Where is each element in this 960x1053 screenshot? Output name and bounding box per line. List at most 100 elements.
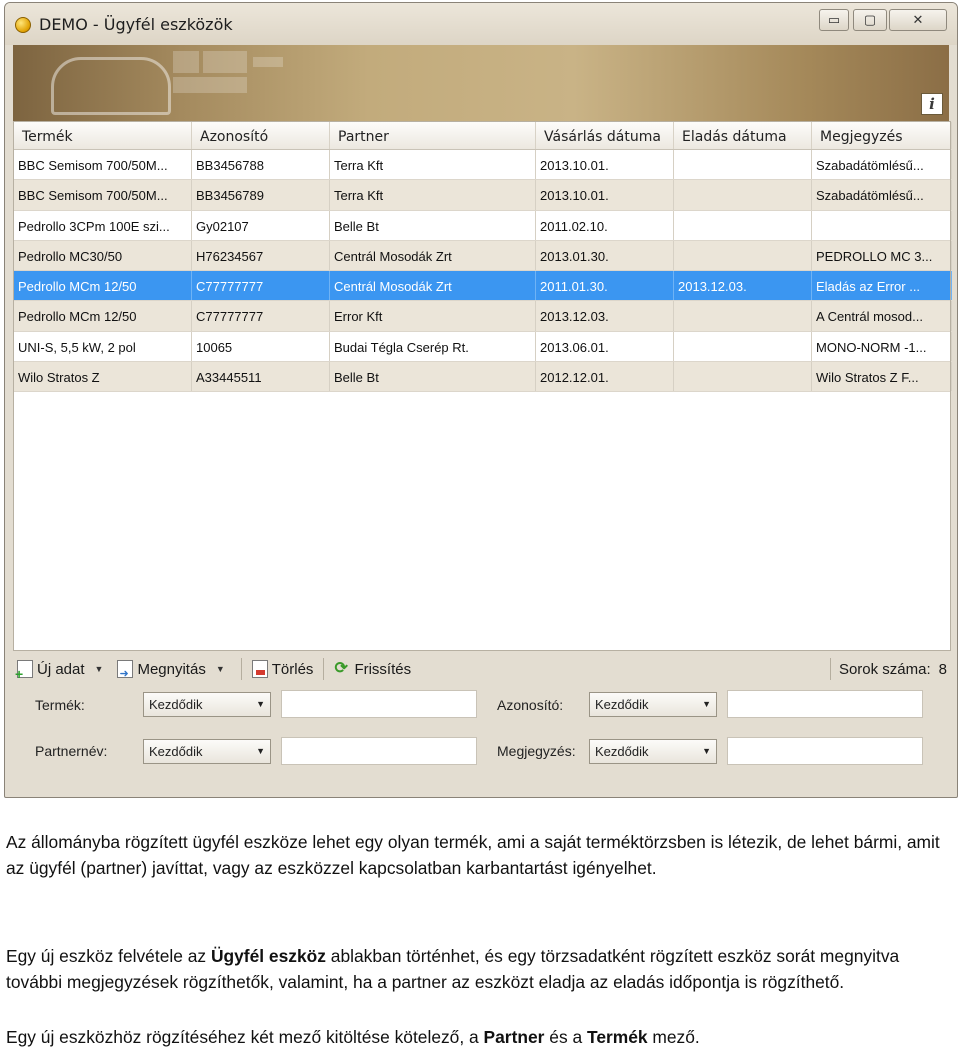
row-count-value: 8	[938, 660, 947, 678]
table-row[interactable]: BBC Semisom 700/50M... BB3456789 Terra Kft…	[14, 180, 952, 211]
cell-vasarlas-datuma: 2011.02.10.	[536, 210, 674, 240]
cell-azonosito: BB3456788	[192, 150, 330, 180]
cell-eladas-datuma	[674, 301, 812, 331]
toolbar-separator	[240, 658, 242, 680]
cell-megjegyzes: Eladás az Error ...	[812, 271, 952, 301]
cell-partner: Belle Bt	[330, 210, 536, 240]
cell-termek: BBC Semisom 700/50M...	[14, 180, 192, 210]
termek-filter-label: Termék:	[35, 697, 85, 713]
cell-megjegyzes: Szabadátömlésű...	[812, 150, 952, 180]
chevron-down-icon: ▼	[702, 746, 711, 756]
megjegyzes-filter-mode-select[interactable]: Kezdődik ▼	[589, 739, 717, 764]
table-row[interactable]: Pedrollo MC30/50 H76234567 Centrál Mosodák…	[14, 240, 952, 272]
termek-filter-mode-value: Kezdődik	[149, 697, 203, 712]
minimize-button[interactable]: ▭	[819, 9, 849, 31]
table-row[interactable]: BBC Semisom 700/50M... BB3456788 Terra Kft…	[14, 150, 952, 181]
megjegyzes-filter-input[interactable]	[727, 737, 923, 765]
description-paragraph-1: Az állományba rögzített ügyfél eszköze l…	[6, 832, 940, 878]
cell-partner: Centrál Mosodák Zrt	[330, 271, 536, 301]
emphasis-ugyfel-eszkoz: Ügyfél eszköz	[210, 946, 326, 966]
app-logo-icon	[15, 17, 31, 33]
cell-vasarlas-datuma: 2013.01.30.	[536, 240, 674, 271]
chevron-down-icon: ▼	[256, 746, 265, 756]
title-bar: DEMO - Ügyfél eszközök ▭ ▢ ✕	[5, 3, 957, 45]
chevron-down-icon[interactable]: ▼	[216, 664, 225, 674]
table-row[interactable]: Pedrollo 3CPm 100E szi... Gy02107 Belle Bt…	[14, 210, 952, 241]
azonosito-filter-input[interactable]	[727, 690, 923, 718]
delete-button[interactable]: Törlés	[248, 655, 318, 683]
row-count: Sorok száma: 8	[824, 655, 951, 683]
open-record-button[interactable]: Megnyitás ▼	[113, 655, 234, 683]
toolbar-separator	[829, 658, 831, 680]
column-header-eladas-datuma[interactable]: Eladás dátuma	[674, 122, 812, 149]
cell-vasarlas-datuma: 2013.12.03.	[536, 301, 674, 331]
table-row[interactable]: Pedrollo MCm 12/50 C77777777 Centrál Mosod…	[14, 271, 952, 302]
header-banner: i	[13, 45, 949, 121]
cell-partner: Terra Kft	[330, 150, 536, 180]
cell-eladas-datuma	[674, 240, 812, 271]
window-title: DEMO - Ügyfél eszközök	[39, 15, 233, 34]
cell-partner: Centrál Mosodák Zrt	[330, 240, 536, 271]
table-row[interactable]: Pedrollo MCm 12/50 C77777777 Error Kft 2013…	[14, 301, 952, 332]
toolbar-separator	[323, 658, 325, 680]
new-record-button[interactable]: Új adat ▼	[13, 655, 113, 683]
cell-azonosito: H76234567	[192, 240, 330, 271]
description-paragraph-2: Egy új eszköz felvétele az Ügyfél eszköz…	[6, 946, 900, 992]
info-icon[interactable]: i	[921, 93, 943, 115]
partner-filter-input[interactable]	[281, 737, 477, 765]
assets-table[interactable]: Termék Azonosító Partner Vásárlás dátuma…	[13, 121, 952, 651]
cell-megjegyzes	[812, 210, 952, 240]
cell-termek: UNI-S, 5,5 kW, 2 pol	[14, 331, 192, 362]
cell-azonosito: 10065	[192, 331, 330, 362]
cell-azonosito: BB3456789	[192, 180, 330, 210]
column-header-vasarlas-datuma[interactable]: Vásárlás dátuma	[536, 122, 674, 149]
cell-termek: Pedrollo MC30/50	[14, 240, 192, 271]
refresh-button[interactable]: ⟳ Frissítés	[330, 655, 415, 683]
cell-partner: Budai Tégla Cserép Rt.	[330, 331, 536, 362]
megjegyzes-filter-mode-value: Kezdődik	[595, 744, 649, 759]
column-header-termek[interactable]: Termék	[14, 122, 192, 149]
termek-filter-input[interactable]	[281, 690, 477, 718]
megjegyzes-filter-label: Megjegyzés:	[497, 743, 576, 759]
refresh-label: Frissítés	[354, 660, 412, 678]
cell-azonosito: C77777777	[192, 271, 330, 301]
cell-partner: Terra Kft	[330, 180, 536, 210]
chevron-down-icon[interactable]: ▼	[95, 664, 104, 674]
partner-filter-mode-value: Kezdődik	[149, 744, 203, 759]
cell-megjegyzes: A Centrál mosod...	[812, 301, 952, 331]
column-header-megjegyzes[interactable]: Megjegyzés	[812, 122, 952, 149]
cell-azonosito: A33445511	[192, 362, 330, 392]
column-header-partner[interactable]: Partner	[330, 122, 536, 149]
delete-label: Törlés	[271, 660, 314, 678]
chevron-down-icon: ▼	[702, 699, 711, 709]
emphasis-partner: Partner	[483, 1027, 545, 1047]
refresh-icon: ⟳	[334, 660, 348, 677]
partner-filter-mode-select[interactable]: Kezdődik ▼	[143, 739, 271, 764]
termek-filter-mode-select[interactable]: Kezdődik ▼	[143, 692, 271, 717]
table-row[interactable]: UNI-S, 5,5 kW, 2 pol 10065 Budai Tégla Cse…	[14, 331, 952, 363]
cell-azonosito: Gy02107	[192, 210, 330, 240]
cell-vasarlas-datuma: 2012.12.01.	[536, 362, 674, 392]
cell-vasarlas-datuma: 2011.01.30.	[536, 271, 674, 301]
cell-vasarlas-datuma: 2013.10.01.	[536, 180, 674, 210]
cell-termek: BBC Semisom 700/50M...	[14, 150, 192, 180]
close-button[interactable]: ✕	[889, 9, 947, 31]
partner-filter-label: Partnernév:	[35, 743, 108, 759]
cell-partner: Belle Bt	[330, 362, 536, 392]
azonosito-filter-mode-select[interactable]: Kezdődik ▼	[589, 692, 717, 717]
column-header-azonosito[interactable]: Azonosító	[192, 122, 330, 149]
emphasis-termek: Termék	[586, 1027, 648, 1047]
cell-megjegyzes: Szabadátömlésű...	[812, 180, 952, 210]
maximize-button[interactable]: ▢	[853, 9, 887, 31]
app-window: DEMO - Ügyfél eszközök ▭ ▢ ✕ i Termék Az…	[4, 2, 958, 798]
cell-eladas-datuma	[674, 331, 812, 362]
company-logo	[51, 57, 171, 115]
cell-termek: Wilo Stratos Z	[14, 362, 192, 392]
cell-eladas-datuma	[674, 362, 812, 392]
new-document-icon	[15, 660, 33, 682]
cell-megjegyzes: PEDROLLO MC 3...	[812, 240, 952, 271]
cell-azonosito: C77777777	[192, 301, 330, 331]
table-row[interactable]: Wilo Stratos Z A33445511 Belle Bt 2012.12.0…	[14, 362, 952, 393]
chevron-down-icon: ▼	[256, 699, 265, 709]
open-record-label: Megnyitás	[137, 660, 206, 678]
